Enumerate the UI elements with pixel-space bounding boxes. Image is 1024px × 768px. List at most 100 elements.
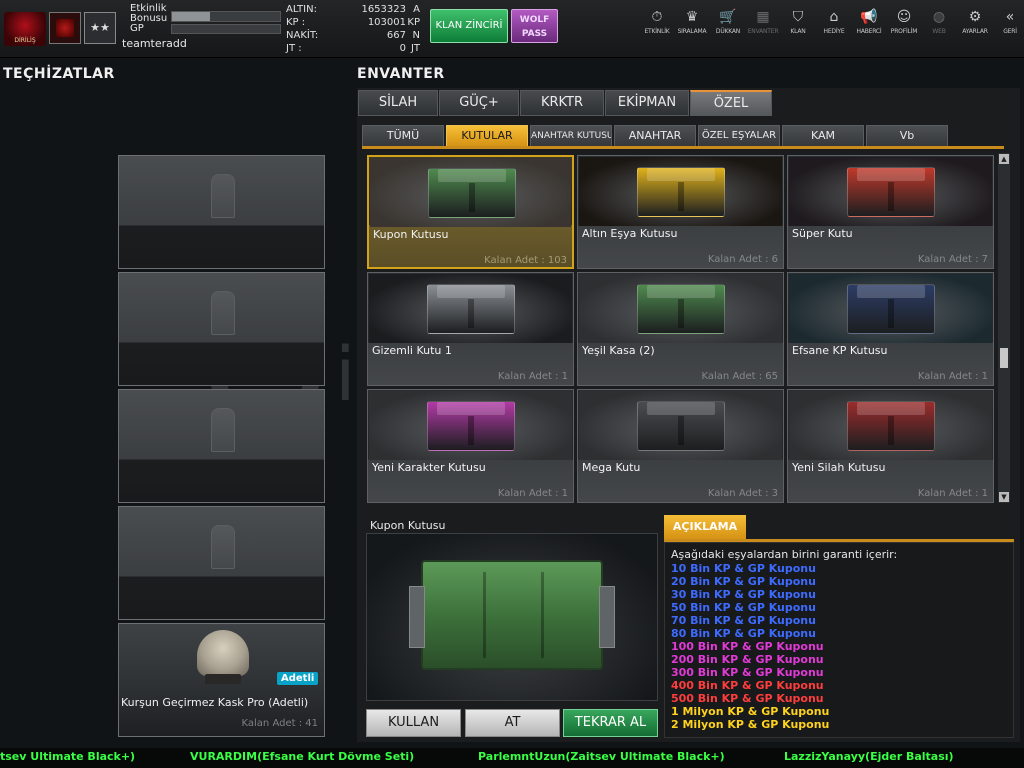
nav-web-button[interactable]: ◍ WEB xyxy=(920,8,958,48)
description-line: 50 Bin KP & GP Kuponu xyxy=(671,601,816,614)
description-line: 1 Milyon KP & GP Kuponu xyxy=(671,705,830,718)
wolf-pass-button[interactable]: WOLF PASS xyxy=(511,9,558,43)
top-bar: DİRİLİŞ ★★ Etkinlik Bonusu GP teamteradd… xyxy=(0,0,1024,58)
item-name: Kupon Kutusu xyxy=(373,228,449,241)
tab-krktr[interactable]: KRKTR xyxy=(520,90,604,116)
item-name: Altın Eşya Kutusu xyxy=(582,227,678,240)
description-line: 10 Bin KP & GP Kuponu xyxy=(671,562,816,575)
detail-title: Kupon Kutusu xyxy=(370,519,446,532)
emblem-icon xyxy=(56,19,74,37)
equipment-slot-3[interactable] xyxy=(118,389,325,503)
tab-guc[interactable]: GÜÇ+ xyxy=(439,90,519,116)
subtab-ozel-esyalar[interactable]: ÖZEL EŞYALAR xyxy=(698,125,780,147)
empty-slot-icon xyxy=(211,525,235,569)
profilim-icon: ☺ xyxy=(896,9,912,25)
helmet-count: Kalan Adet : 41 xyxy=(241,718,318,729)
item-count: Kalan Adet : 65 xyxy=(701,371,778,382)
clan-emblem[interactable] xyxy=(49,12,81,44)
scroll-up-icon[interactable]: ▲ xyxy=(999,154,1009,164)
scroll-down-icon[interactable]: ▼ xyxy=(999,492,1009,502)
item-art xyxy=(579,274,782,343)
currency-unit: KP xyxy=(407,17,420,28)
item-name: Süper Kutu xyxy=(792,227,853,240)
empty-slot-icon xyxy=(211,408,235,452)
rank-badge[interactable]: ★★ xyxy=(84,12,116,44)
box-icon xyxy=(427,401,515,451)
currency-unit: N xyxy=(412,30,420,41)
nav-etkinlik-button[interactable]: ⏱ ETKİNLİK xyxy=(638,8,676,48)
item-card[interactable]: Yeni Karakter Kutusu Kalan Adet : 1 xyxy=(367,389,574,503)
subtab-kutular[interactable]: KUTULAR xyxy=(446,125,528,147)
tab-ozel[interactable]: ÖZEL xyxy=(690,90,772,116)
envanter-icon: ▦ xyxy=(756,9,770,25)
equipment-slot-4[interactable] xyxy=(118,506,325,620)
item-card[interactable]: Yeşil Kasa (2) Kalan Adet : 65 xyxy=(577,272,784,386)
currency-label: JT : xyxy=(286,43,302,54)
box-icon xyxy=(847,401,935,451)
equipment-slot-2[interactable] xyxy=(118,272,325,386)
item-count: Kalan Adet : 7 xyxy=(917,254,988,265)
subtab-tumu[interactable]: TÜMÜ xyxy=(362,125,444,147)
currency-unit: JT xyxy=(410,43,420,54)
haberci-icon: 📢 xyxy=(860,9,878,25)
equipment-slot-helmet[interactable]: Adetli Kurşun Geçirmez Kask Pro (Adetli)… xyxy=(118,623,325,737)
description-line: 20 Bin KP & GP Kuponu xyxy=(671,575,816,588)
nav-label: GERİ xyxy=(1003,28,1017,35)
item-card[interactable]: Altın Eşya Kutusu Kalan Adet : 6 xyxy=(577,155,784,269)
klan-zinciri-button[interactable]: KLAN ZİNCİRİ xyxy=(430,9,508,43)
nav-hediye-button[interactable]: ⌂ HEDİYE xyxy=(815,8,853,48)
scroll-thumb[interactable] xyxy=(1000,348,1008,368)
subtab-vb[interactable]: Vb xyxy=(866,125,948,147)
item-count: Kalan Adet : 6 xyxy=(707,254,778,265)
equipment-slot-1[interactable] xyxy=(118,155,325,269)
description-intro: Aşağıdaki eşyalardan birini garanti içer… xyxy=(671,548,898,561)
subtab-anahtar-kutusu[interactable]: ANAHTAR KUTUSU xyxy=(530,125,612,147)
currency-row: KP : 103001 KP xyxy=(284,17,424,30)
currency-label: ALTIN: xyxy=(286,4,317,15)
item-card[interactable]: Mega Kutu Kalan Adet : 3 xyxy=(577,389,784,503)
empty-slot-icon xyxy=(211,174,235,218)
username: teamteradd xyxy=(122,37,187,50)
nav-label: PROFİLİM xyxy=(890,28,918,35)
tab-ekipman[interactable]: EKİPMAN xyxy=(605,90,689,116)
box-icon xyxy=(637,284,725,334)
item-card[interactable]: Kupon Kutusu Kalan Adet : 103 xyxy=(367,155,574,269)
adetli-badge: Adetli xyxy=(277,672,319,685)
item-count: Kalan Adet : 1 xyxy=(497,488,568,499)
nav-haberci-button[interactable]: 📢 HABERCİ xyxy=(850,8,888,48)
tekrar-al-button[interactable]: TEKRAR AL xyxy=(563,709,658,737)
description-line: 30 Bin KP & GP Kuponu xyxy=(671,588,816,601)
nav-label: DÜKKAN xyxy=(715,28,741,35)
item-grid-scrollbar[interactable]: ▲ ▼ xyxy=(998,153,1010,503)
item-card[interactable]: Süper Kutu Kalan Adet : 7 xyxy=(787,155,994,269)
item-art xyxy=(369,274,572,343)
nav-envanter-button[interactable]: ▦ ENVANTER xyxy=(744,8,782,48)
subtab-kam[interactable]: KAM xyxy=(782,125,864,147)
at-button[interactable]: AT xyxy=(465,709,560,737)
ticker-entry: VURARDIM(Efsane Kurt Dövme Seti) xyxy=(190,750,415,763)
nav-klan-button[interactable]: ⛉ KLAN xyxy=(779,8,817,48)
nav-siralama-button[interactable]: ♛ SIRALAMA xyxy=(673,8,711,48)
item-count: Kalan Adet : 1 xyxy=(917,488,988,499)
item-card[interactable]: Gizemli Kutu 1 Kalan Adet : 1 xyxy=(367,272,574,386)
nav-label: KLAN xyxy=(790,28,806,35)
kullan-button[interactable]: KULLAN xyxy=(366,709,461,737)
description-line: 80 Bin KP & GP Kuponu xyxy=(671,627,816,640)
item-art xyxy=(579,391,782,460)
aciklama-tab[interactable]: AÇIKLAMA xyxy=(664,515,746,539)
nav-dukkan-button[interactable]: 🛒 DÜKKAN xyxy=(709,8,747,48)
siralama-icon: ♛ xyxy=(685,9,699,25)
nav-profilim-button[interactable]: ☺ PROFİLİM xyxy=(885,8,923,48)
helmet-icon xyxy=(197,630,249,684)
dukkan-icon: 🛒 xyxy=(719,9,737,25)
nav-ayarlar-button[interactable]: ⚙ AYARLAR xyxy=(956,8,994,48)
currency-row: ALTIN: 1653323 A xyxy=(284,4,424,17)
item-card[interactable]: Efsane KP Kutusu Kalan Adet : 1 xyxy=(787,272,994,386)
tab-silah[interactable]: SİLAH xyxy=(358,90,438,116)
nav-geri-button[interactable]: « GERİ xyxy=(991,8,1024,48)
item-name: Yeşil Kasa (2) xyxy=(582,344,655,357)
subtab-anahtar[interactable]: ANAHTAR xyxy=(614,125,696,147)
item-card[interactable]: Yeni Silah Kutusu Kalan Adet : 1 xyxy=(787,389,994,503)
currency-value: 0 xyxy=(399,43,406,54)
geri-icon: « xyxy=(1005,9,1015,25)
